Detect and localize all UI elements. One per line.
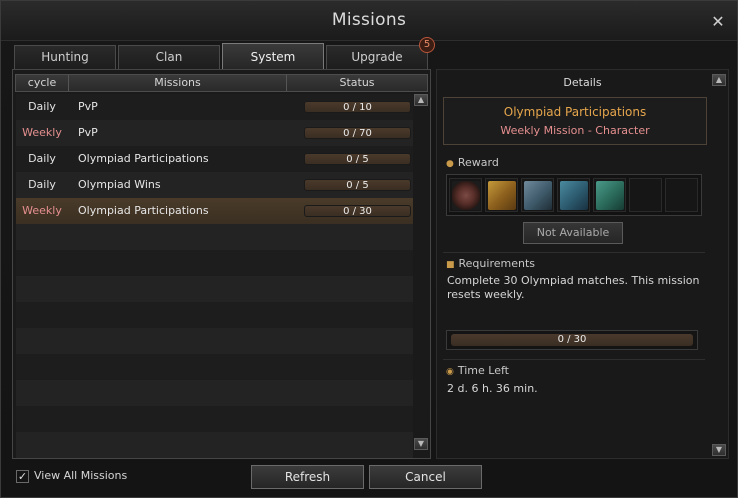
reward-label: Reward — [457, 156, 499, 169]
divider — [443, 359, 705, 360]
status-text: 0 / 5 — [346, 154, 369, 165]
row-mission: PvP — [78, 100, 98, 113]
tab-clan[interactable]: Clan — [118, 45, 220, 69]
details-panel: Details Olympiad Participations Weekly M… — [436, 69, 729, 459]
scroll-down-icon[interactable]: ▼ — [712, 444, 726, 456]
requirements-progress: 0 / 30 — [446, 330, 698, 350]
cancel-button[interactable]: Cancel — [369, 465, 482, 489]
status-text: 0 / 10 — [343, 102, 372, 113]
reward-bag-icon: ● — [446, 159, 454, 169]
progress-bar: 0 / 30 — [451, 334, 693, 346]
details-title: Details — [563, 76, 602, 89]
empty-row — [16, 250, 413, 276]
status-bar: 0 / 5 — [304, 153, 411, 165]
reward-item-slot[interactable] — [521, 178, 554, 212]
mission-name: Olympiad Participations — [503, 105, 647, 119]
requirements-text: Complete 30 Olympiad matches. This missi… — [447, 274, 700, 301]
status-bar: 0 / 70 — [304, 127, 411, 139]
scroll-up-icon[interactable]: ▲ — [712, 74, 726, 86]
status-text: 0 / 5 — [346, 180, 369, 191]
missions-rows: Daily PvP 0 / 10 Weekly PvP 0 / 70 Daily… — [16, 94, 413, 458]
header-cycle: cycle — [16, 75, 69, 91]
scroll-icon — [596, 181, 624, 210]
reward-slots — [446, 174, 702, 216]
tab-system[interactable]: System — [222, 43, 324, 69]
row-mission: PvP — [78, 126, 98, 139]
close-icon[interactable]: ✕ — [711, 14, 725, 30]
status-bar: 0 / 30 — [304, 205, 411, 217]
list-header: cycle Missions Status — [15, 74, 428, 92]
missions-list-panel: cycle Missions Status Daily PvP 0 / 10 W… — [12, 69, 431, 459]
tab-hunting[interactable]: Hunting — [14, 45, 116, 69]
header-status: Status — [339, 76, 375, 89]
mission-type: Weekly Mission - Character — [500, 124, 650, 137]
time-left-value: 2 d. 6 h. 36 min. — [447, 382, 538, 395]
clock-icon: ◉ — [446, 367, 454, 377]
window-title: Missions — [331, 10, 407, 30]
time-left-label: Time Left — [457, 364, 509, 377]
row-mission: Olympiad Participations — [78, 204, 209, 217]
empty-row — [16, 328, 413, 354]
empty-row — [16, 354, 413, 380]
row-cycle: Weekly — [22, 126, 62, 139]
reward-item-slot[interactable] — [449, 178, 482, 212]
status-text: 0 / 70 — [343, 128, 372, 139]
header-missions: Missions — [69, 75, 287, 91]
refresh-button[interactable]: Refresh — [251, 465, 364, 489]
mission-card: Olympiad Participations Weekly Mission -… — [443, 97, 707, 145]
coin-icon — [452, 181, 480, 210]
empty-row — [16, 302, 413, 328]
divider — [443, 252, 705, 253]
details-scrollbar[interactable]: ▲ ▼ — [712, 74, 726, 456]
table-row[interactable]: Daily Olympiad Wins 0 / 5 — [16, 172, 413, 198]
row-mission: Olympiad Wins — [78, 178, 161, 191]
scroll-icon — [560, 181, 588, 210]
tab-upgrade[interactable]: Upgrade 5 — [326, 37, 435, 69]
requirements-label: Requirements — [458, 257, 535, 270]
reward-item-slot[interactable] — [593, 178, 626, 212]
upgrade-count-badge: 5 — [419, 37, 435, 53]
table-row[interactable]: Weekly PvP 0 / 70 — [16, 120, 413, 146]
row-mission: Olympiad Participations — [78, 152, 209, 165]
status-text: 0 / 30 — [343, 206, 372, 217]
status-bar: 0 / 10 — [304, 101, 411, 113]
requirements-section-label: ■ Requirements — [446, 257, 535, 270]
empty-row — [16, 276, 413, 302]
time-left-section-label: ◉ Time Left — [446, 364, 509, 377]
empty-reward-slot — [665, 178, 698, 212]
view-all-checkbox[interactable]: ✓ — [16, 470, 29, 483]
row-cycle: Daily — [28, 100, 56, 113]
empty-row — [16, 432, 413, 458]
progress-text: 0 / 30 — [557, 334, 587, 345]
not-available-button[interactable]: Not Available — [523, 222, 623, 244]
empty-row — [16, 224, 413, 250]
list-scrollbar[interactable]: ▲ ▼ — [414, 94, 429, 456]
empty-reward-slot — [629, 178, 662, 212]
missions-window: Missions ✕ Hunting Clan System Upgrade 5… — [0, 0, 738, 498]
empty-row — [16, 406, 413, 432]
reward-section-label: ● Reward — [446, 156, 499, 169]
tab-upgrade-label: Upgrade — [351, 50, 403, 64]
crystal-icon — [524, 181, 552, 210]
title-bar: Missions ✕ — [1, 1, 737, 41]
row-cycle: Daily — [28, 152, 56, 165]
reward-item-slot[interactable] — [557, 178, 590, 212]
table-row-selected[interactable]: Weekly Olympiad Participations 0 / 30 — [16, 198, 413, 224]
status-bar: 0 / 5 — [304, 179, 411, 191]
scroll-small-icon: ■ — [446, 260, 455, 270]
empty-row — [16, 380, 413, 406]
scroll-up-icon[interactable]: ▲ — [414, 94, 428, 106]
view-all-label: View All Missions — [34, 469, 128, 482]
row-cycle: Weekly — [22, 204, 62, 217]
row-cycle: Daily — [28, 178, 56, 191]
scroll-down-icon[interactable]: ▼ — [414, 438, 428, 450]
reward-item-slot[interactable] — [485, 178, 518, 212]
spellbook-icon — [488, 181, 516, 210]
table-row[interactable]: Daily Olympiad Participations 0 / 5 — [16, 146, 413, 172]
table-row[interactable]: Daily PvP 0 / 10 — [16, 94, 413, 120]
